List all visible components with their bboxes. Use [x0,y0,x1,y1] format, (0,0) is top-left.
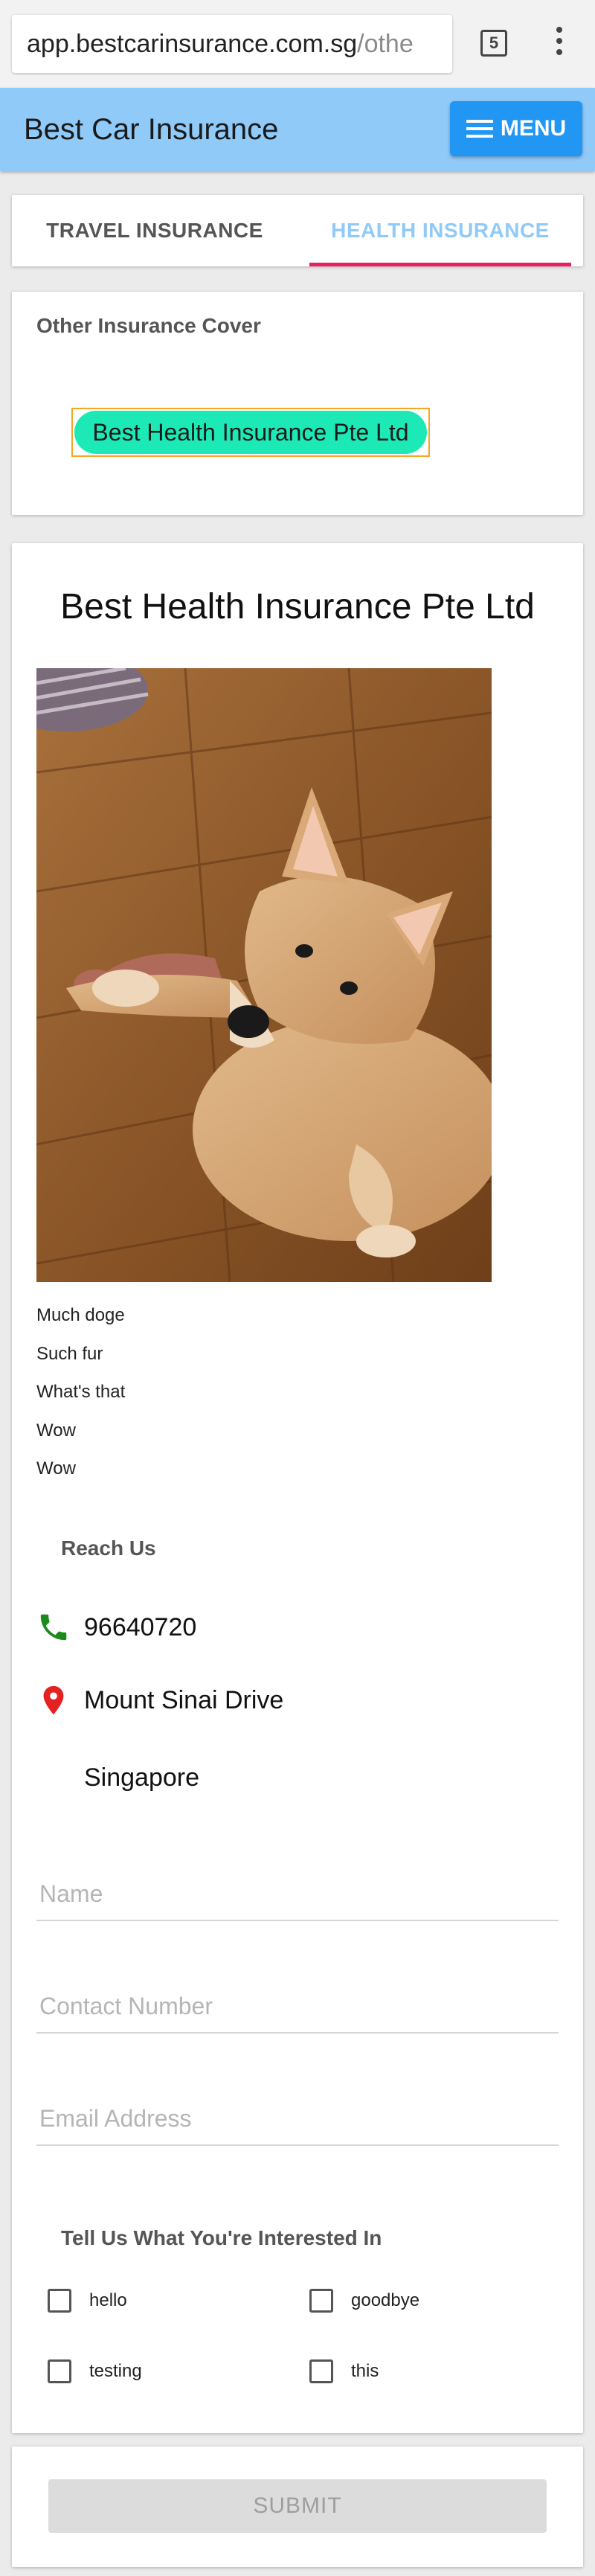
contact-placeholder: Contact Number [39,1993,213,2019]
phone-icon [40,1614,67,1641]
checkbox-label: this [351,2361,379,2381]
description-line: Much doge [36,1305,125,1325]
other-cover-heading: Other Insurance Cover [36,314,261,337]
address-line-1: Mount Sinai Drive [84,1685,284,1714]
submit-label: SUBMIT [253,2493,342,2518]
browser-toolbar: app.bestcarinsurance.com.sg/othe 5 [0,0,595,88]
chip-focus-outline: Best Health Insurance Pte Ltd [71,408,430,457]
checkbox-hello[interactable]: hello [48,2289,127,2313]
description-line: Wow [36,1458,76,1478]
address-line-2-row: Singapore [84,1763,199,1792]
phone-number: 96640720 [84,1612,197,1641]
chip-label: Best Health Insurance Pte Ltd [92,418,409,446]
checkbox-box[interactable] [48,2289,71,2313]
description-line: Such fur [36,1343,103,1364]
email-placeholder: Email Address [39,2105,192,2132]
checkbox-box[interactable] [309,2359,333,2383]
menu-label: MENU [500,116,567,141]
name-placeholder: Name [39,1880,103,1907]
url-host: app.bestcarinsurance.com.sg [27,29,358,58]
submit-card: SUBMIT [12,2447,583,2567]
tab-health-insurance[interactable]: HEALTH INSURANCE [298,195,583,266]
location-pin-icon [43,1685,64,1715]
insurer-description: Much doge Such fur What's that Wow Wow [36,1296,125,1488]
submit-button[interactable]: SUBMIT [48,2479,547,2533]
insurer-chip[interactable]: Best Health Insurance Pte Ltd [74,411,427,454]
tab-label: TRAVEL INSURANCE [46,219,263,242]
checkbox-label: hello [89,2290,127,2310]
checkbox-label: testing [89,2361,142,2381]
contact-number-field[interactable]: Contact Number [36,1967,559,2034]
address-row[interactable]: Mount Sinai Drive [36,1683,283,1717]
checkbox-box[interactable] [48,2359,71,2383]
reach-us-heading: Reach Us [61,1537,156,1560]
url-field[interactable]: app.bestcarinsurance.com.sg/othe [12,15,452,73]
tab-switcher-button[interactable]: 5 [480,30,507,57]
url-path: /othe [357,29,414,58]
app-title: Best Car Insurance [24,113,279,146]
description-line: What's that [36,1382,126,1402]
kebab-menu-icon[interactable] [553,27,565,61]
interest-heading: Tell Us What You're Interested In [61,2226,382,2249]
other-cover-card: Other Insurance Cover Best Health Insura… [12,292,583,515]
tab-count: 5 [489,33,499,52]
address-line-2: Singapore [84,1763,200,1792]
checkbox-goodbye[interactable]: goodbye [309,2289,419,2313]
checkbox-box[interactable] [309,2289,333,2313]
hamburger-icon [466,120,493,138]
tab-label: HEALTH INSURANCE [331,219,550,242]
insurance-tabs: TRAVEL INSURANCE HEALTH INSURANCE [12,195,583,266]
name-field[interactable]: Name [36,1854,559,1921]
dog-photo [36,668,492,1282]
insurer-title: Best Health Insurance Pte Ltd [60,587,535,627]
checkbox-testing[interactable]: testing [48,2359,142,2383]
checkbox-label: goodbye [351,2290,420,2310]
insurer-detail-card: Best Health Insurance Pte Ltd Much doge … [12,543,583,2433]
tab-travel-insurance[interactable]: TRAVEL INSURANCE [12,195,298,266]
email-field[interactable]: Email Address [36,2079,559,2146]
description-line: Wow [36,1420,76,1441]
app-header: Best Car Insurance MENU [0,88,595,171]
checkbox-this[interactable]: this [309,2359,379,2383]
phone-row[interactable]: 96640720 [36,1610,196,1644]
menu-button[interactable]: MENU [450,101,582,156]
